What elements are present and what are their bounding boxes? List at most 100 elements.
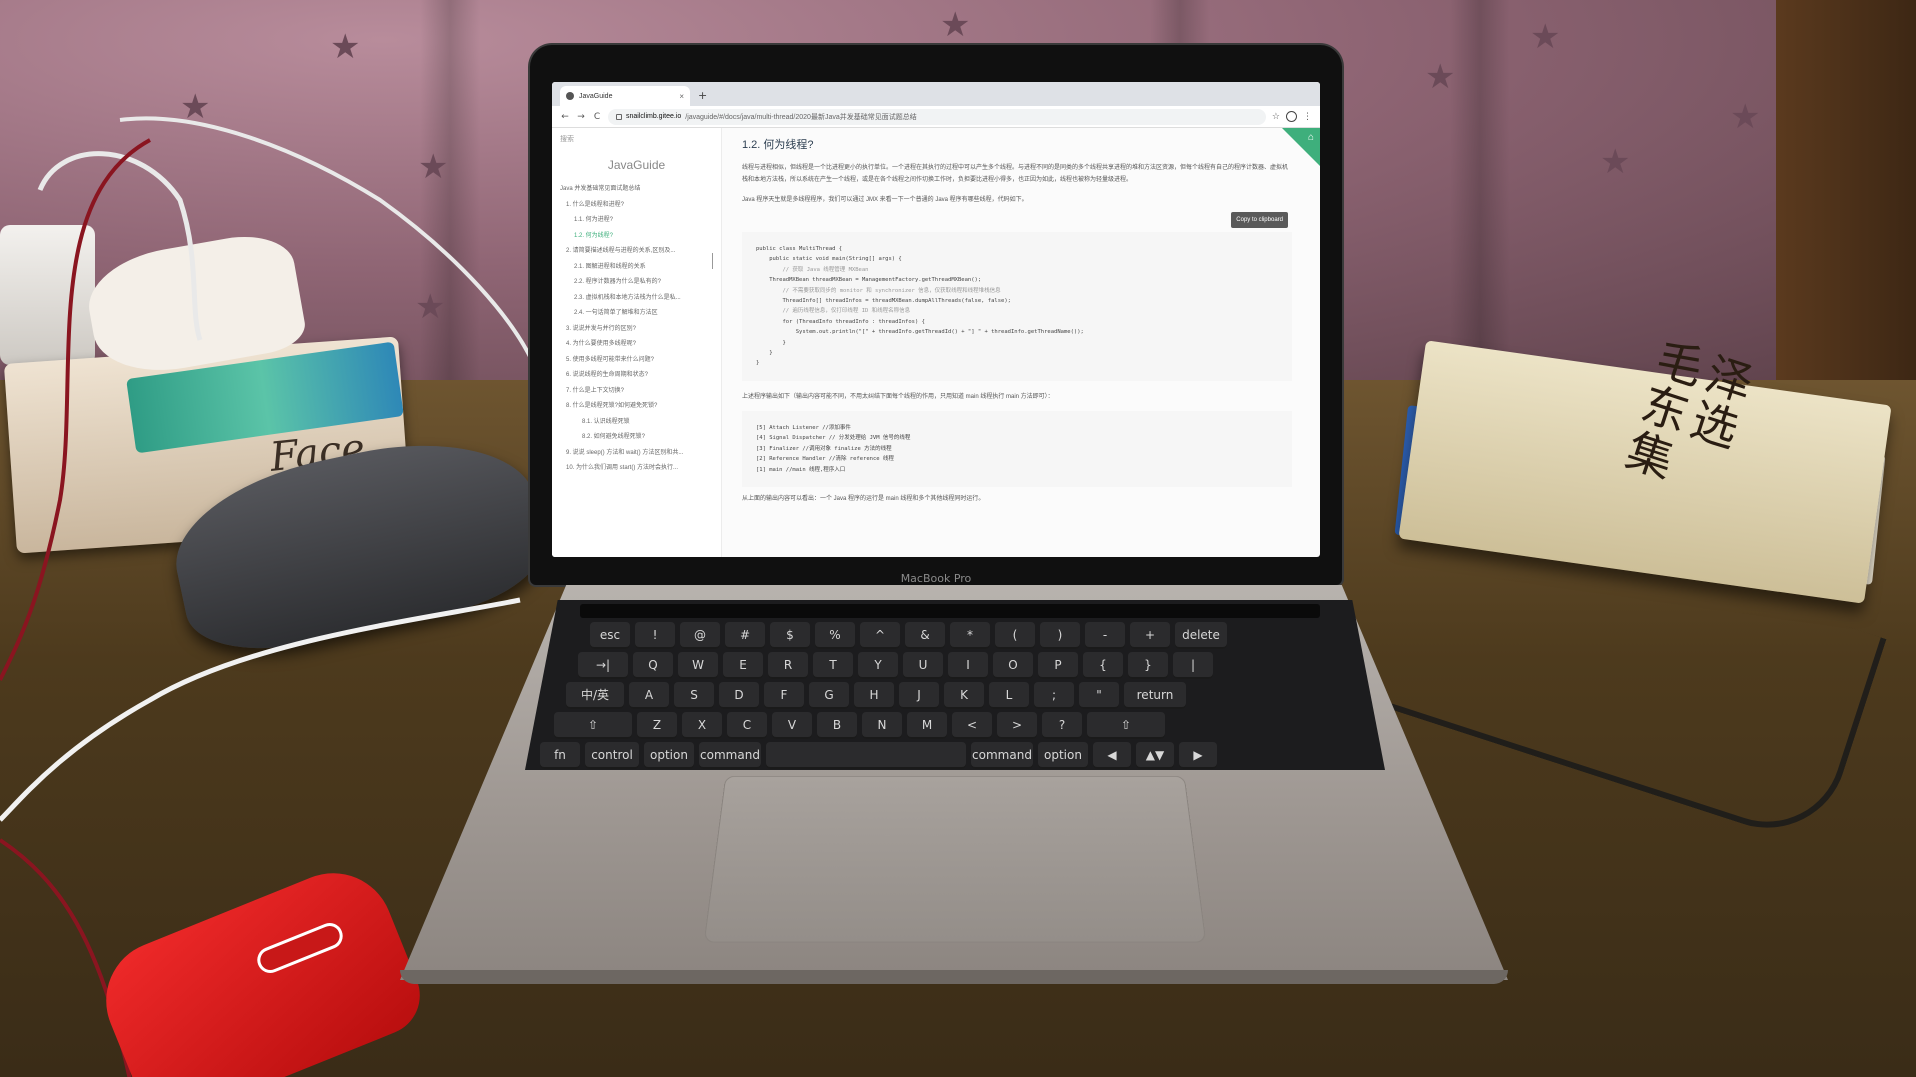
toc-item[interactable]: 6. 说说线程的生命周期和状态? (560, 368, 713, 384)
keyboard-key[interactable]: ^ (860, 622, 900, 649)
touch-bar[interactable] (580, 604, 1320, 618)
keyboard-key[interactable]: " (1079, 682, 1119, 709)
toc-item[interactable]: 1. 什么是线程和进程? (560, 198, 713, 214)
keyboard-key[interactable]: D (719, 682, 759, 709)
code-line: } (756, 339, 786, 346)
keyboard-key[interactable]: return (1124, 682, 1186, 709)
keyboard-key[interactable]: command (971, 742, 1033, 769)
keyboard-key[interactable]: * (950, 622, 990, 649)
keyboard-key[interactable]: ◀ (1093, 742, 1131, 769)
toc-item[interactable]: 9. 说说 sleep() 方法和 wait() 方法区别和共... (560, 446, 713, 462)
toc-item[interactable]: 2.3. 虚拟机栈和本地方法栈为什么是私... (560, 291, 713, 307)
toc-item[interactable]: 2. 请简要描述线程与进程的关系,区别及... (560, 244, 713, 260)
keyboard-key[interactable]: P (1038, 652, 1078, 679)
keyboard-key[interactable]: F (764, 682, 804, 709)
keyboard-key[interactable]: O (993, 652, 1033, 679)
keyboard-key[interactable]: + (1130, 622, 1170, 649)
keyboard-key[interactable]: ( (995, 622, 1035, 649)
reload-button[interactable]: C (592, 112, 602, 122)
keyboard-key[interactable]: ▲▼ (1136, 742, 1174, 769)
keyboard-key[interactable]: $ (770, 622, 810, 649)
keyboard-key[interactable]: delete (1175, 622, 1227, 649)
keyboard-key[interactable]: control (585, 742, 639, 769)
keyboard-key[interactable]: G (809, 682, 849, 709)
toc-item[interactable]: 1.2. 何为线程? (560, 229, 713, 245)
keyboard-key[interactable]: ⇧ (554, 712, 632, 739)
toc-item[interactable]: 4. 为什么要使用多线程呢? (560, 337, 713, 353)
keyboard-key[interactable]: V (772, 712, 812, 739)
keyboard-key[interactable]: J (899, 682, 939, 709)
browser-menu-icon[interactable]: ⋮ (1303, 112, 1312, 122)
keyboard-key[interactable]: esc (590, 622, 630, 649)
tab-close-icon[interactable]: × (679, 92, 684, 101)
keyboard-key[interactable]: - (1085, 622, 1125, 649)
keyboard-key[interactable]: Q (633, 652, 673, 679)
keyboard-key[interactable]: H (854, 682, 894, 709)
site-title[interactable]: JavaGuide (560, 158, 713, 172)
keyboard-key[interactable]: T (813, 652, 853, 679)
keyboard-key[interactable]: # (725, 622, 765, 649)
back-button[interactable]: ← (560, 112, 570, 122)
keyboard-key[interactable]: { (1083, 652, 1123, 679)
toc-item[interactable]: 8.1. 认识线程死锁 (560, 415, 713, 431)
keyboard-key[interactable]: Y (858, 652, 898, 679)
trackpad[interactable] (703, 775, 1207, 943)
toc-item[interactable]: 5. 使用多线程可能带来什么问题? (560, 353, 713, 369)
keyboard-key[interactable]: X (682, 712, 722, 739)
keyboard-key[interactable]: W (678, 652, 718, 679)
toc-item[interactable]: 10. 为什么我们调用 start() 方法时会执行... (560, 461, 713, 477)
keyboard-key[interactable]: E (723, 652, 763, 679)
keyboard-key[interactable]: S (674, 682, 714, 709)
spacebar-key[interactable] (766, 742, 966, 769)
browser-tab[interactable]: JavaGuide × (560, 86, 690, 106)
profile-icon[interactable] (1286, 111, 1297, 122)
keyboard-key[interactable]: @ (680, 622, 720, 649)
keyboard-key[interactable]: K (944, 682, 984, 709)
keyboard-key[interactable]: U (903, 652, 943, 679)
keyboard-key[interactable]: | (1173, 652, 1213, 679)
new-tab-button[interactable]: + (698, 86, 707, 106)
sidebar-search[interactable]: 搜索 (560, 134, 713, 144)
keyboard-key[interactable]: ⇧ (1087, 712, 1165, 739)
toc-item[interactable]: 8. 什么是线程死锁?如何避免死锁? (560, 399, 713, 415)
keyboard-key[interactable]: 中/英 (566, 682, 624, 709)
toc-item[interactable]: 2.1. 图解进程和线程的关系 (560, 260, 713, 276)
keyboard-key[interactable]: ! (635, 622, 675, 649)
toc-item[interactable]: 2.4. 一句话简单了解堆和方法区 (560, 306, 713, 322)
keyboard-key[interactable]: →| (578, 652, 628, 679)
toc-item[interactable]: 7. 什么是上下文切换? (560, 384, 713, 400)
toc-item[interactable]: 2.2. 程序计数器为什么是私有的? (560, 275, 713, 291)
keyboard-key[interactable]: option (1038, 742, 1088, 769)
keyboard-key[interactable]: ; (1034, 682, 1074, 709)
keyboard-key[interactable]: } (1128, 652, 1168, 679)
address-bar[interactable]: snailclimb.gitee.io/javaguide/#/docs/jav… (608, 108, 1266, 125)
keyboard-key[interactable]: N (862, 712, 902, 739)
url-path: /javaguide/#/docs/java/multi-thread/2020… (685, 113, 917, 121)
toc-item[interactable]: 8.2. 如何避免线程死锁? (560, 430, 713, 446)
keyboard-key[interactable]: ▶ (1179, 742, 1217, 769)
toc-item[interactable]: Java 并发基础常见面试题总结 (560, 182, 713, 198)
toc-item[interactable]: 3. 说说并发与并行的区别? (560, 322, 713, 338)
keyboard-key[interactable]: ) (1040, 622, 1080, 649)
keyboard-key[interactable]: & (905, 622, 945, 649)
keyboard-key[interactable]: % (815, 622, 855, 649)
keyboard-key[interactable]: ? (1042, 712, 1082, 739)
keyboard-key[interactable]: > (997, 712, 1037, 739)
keyboard-key[interactable]: Z (637, 712, 677, 739)
bookmark-star-icon[interactable]: ☆ (1272, 112, 1280, 122)
keyboard-key[interactable]: R (768, 652, 808, 679)
keyboard-key[interactable]: A (629, 682, 669, 709)
keyboard-key[interactable]: fn (540, 742, 580, 769)
keyboard-key[interactable]: option (644, 742, 694, 769)
keyboard-key[interactable]: command (699, 742, 761, 769)
copy-to-clipboard-button[interactable]: Copy to clipboard (1231, 212, 1288, 229)
keyboard-key[interactable]: I (948, 652, 988, 679)
keyboard-key[interactable]: C (727, 712, 767, 739)
keyboard-key[interactable]: < (952, 712, 992, 739)
keyboard-key[interactable]: B (817, 712, 857, 739)
toc-item[interactable]: 1.1. 何为进程? (560, 213, 713, 229)
keyboard-key[interactable]: M (907, 712, 947, 739)
keyboard-key[interactable]: L (989, 682, 1029, 709)
forward-button[interactable]: → (576, 112, 586, 122)
github-corner-icon[interactable]: ⌂ (1308, 132, 1314, 143)
